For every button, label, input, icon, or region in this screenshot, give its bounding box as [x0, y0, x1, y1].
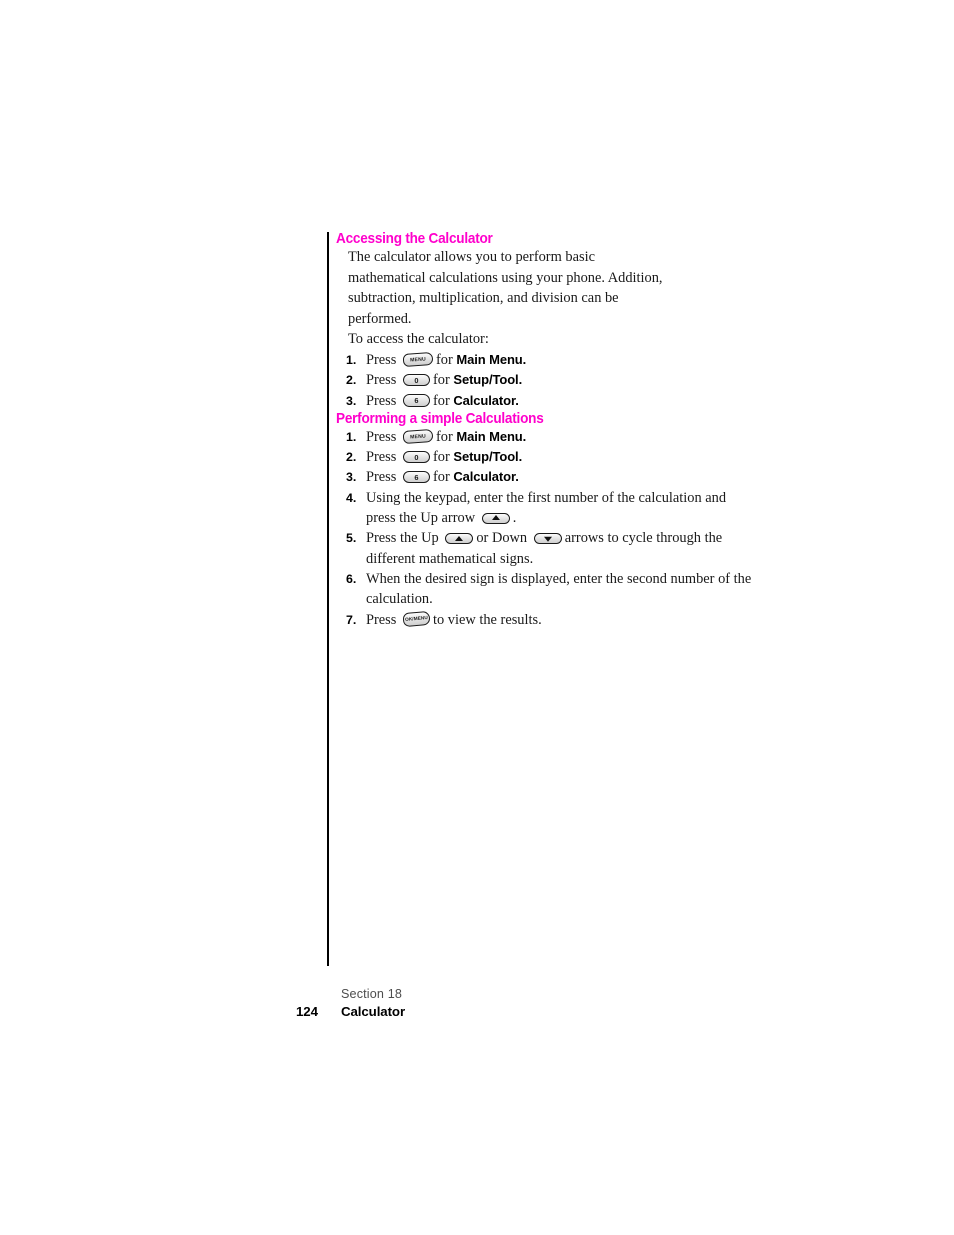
step-text: Press OK/MENU to view the results. [366, 610, 756, 630]
step-mid-text: to view the results. [432, 611, 542, 628]
steps-accessing-the-calculator: 1. Press MENU for Main Menu. 2. Press 0 fo… [336, 350, 756, 411]
step-text: Press 6 for Calculator. [366, 467, 756, 487]
step-mid-text: or Down [476, 530, 531, 547]
step-pre-text: Press [366, 611, 400, 628]
step-pre-text: Press [366, 372, 400, 389]
up-arrow-key-icon[interactable] [445, 532, 474, 545]
number-key-label: 6 [414, 396, 419, 406]
list-item: 7. Press OK/MENU to view the results. [336, 610, 756, 630]
step-number: 1. [346, 429, 357, 444]
step-text: Press the Up or Down arrows to cycle thr… [366, 528, 756, 569]
step-target: Setup/Tool. [453, 449, 523, 465]
list-item: 6. When the desired sign is displayed, e… [336, 569, 756, 610]
step-mid-text: . [512, 510, 517, 527]
step-target: Main Menu. [456, 428, 527, 444]
step-target: Setup/Tool. [453, 372, 523, 388]
list-item: 1. Press MENU for Main Menu. [336, 350, 756, 370]
step-mid-text: for [432, 392, 450, 409]
step-pre-text: Press [366, 351, 400, 368]
step-number: 2. [346, 373, 357, 388]
paragraph-calculator-description: The calculator allows you to perform bas… [348, 249, 663, 327]
menu-key-icon[interactable]: MENU [402, 428, 434, 444]
footer-page-number: 124 [296, 1004, 318, 1019]
page-content: Accessing the Calculator The calculator … [336, 231, 756, 630]
step-number: 5. [346, 531, 357, 546]
list-item: 2. Press 0 for Setup/Tool. [336, 447, 756, 467]
paragraph-to-access: To access the calculator: [348, 331, 489, 348]
step-text: Press 0 for Setup/Tool. [366, 447, 756, 467]
step-mid-text: for [432, 469, 450, 486]
step-text: When the desired sign is displayed, ente… [366, 570, 752, 608]
steps-performing-a-simple-calculations: 1. Press MENU for Main Menu. 2. Press 0 fo… [336, 427, 756, 630]
step-text: Press MENU for Main Menu. [366, 350, 756, 370]
step-number: 3. [346, 470, 357, 485]
list-item: 4. Using the keypad, enter the first num… [336, 488, 756, 529]
list-item: 3. Press 6 for Calculator. [336, 391, 756, 411]
step-mid-text: for [435, 351, 453, 368]
step-text: Press 6 for Calculator. [366, 391, 756, 411]
section-vertical-rule [327, 232, 329, 966]
page-footer: Section 18 124 Calculator [296, 986, 616, 1020]
step-pre-text: Using the keypad, enter the first number… [366, 489, 727, 527]
number-key-0-icon[interactable]: 0 [402, 450, 430, 464]
step-number: 7. [346, 612, 357, 627]
step-pre-text: Press [366, 428, 400, 445]
list-item: 2. Press 0 for Setup/Tool. [336, 370, 756, 390]
list-item: 5. Press the Up or Down arrows to cycle … [336, 528, 756, 569]
number-key-0-icon[interactable]: 0 [402, 373, 430, 387]
document-page: Accessing the Calculator The calculator … [0, 0, 954, 1235]
footer-chapter-title: Calculator [341, 1004, 406, 1019]
step-mid-text: for [432, 372, 450, 389]
step-target: Calculator. [453, 392, 519, 408]
menu-key-label: MENU [409, 432, 427, 440]
step-pre-text: Press [366, 392, 400, 409]
list-item: 3. Press 6 for Calculator. [336, 467, 756, 487]
heading-accessing-the-calculator: Accessing the Calculator [336, 231, 493, 247]
step-number: 1. [346, 352, 357, 367]
footer-section-label: Section 18 [341, 987, 403, 1001]
menu-key-icon[interactable]: MENU [402, 351, 434, 367]
menu-key-label: MENU [409, 355, 427, 364]
down-arrow-key-icon[interactable] [533, 532, 562, 545]
step-number: 4. [346, 490, 357, 505]
step-text: Press MENU for Main Menu. [366, 427, 756, 447]
number-key-label: 6 [414, 473, 419, 483]
step-target: Calculator. [453, 469, 519, 485]
up-arrow-key-icon[interactable] [481, 512, 510, 525]
step-pre-text: Press the Up [366, 530, 443, 547]
number-key-6-icon[interactable]: 6 [402, 470, 430, 484]
number-key-label: 0 [414, 376, 419, 386]
step-number: 2. [346, 450, 357, 465]
heading-performing-a-simple-calculations: Performing a simple Calculations [336, 410, 544, 427]
footer-page-row: 124 Calculator [296, 1003, 616, 1020]
step-target: Main Menu. [456, 351, 527, 367]
step-pre-text: Press [366, 469, 400, 486]
list-item: 1. Press MENU for Main Menu. [336, 427, 756, 447]
number-key-6-icon[interactable]: 6 [402, 394, 430, 407]
step-mid-text: for [435, 428, 453, 445]
step-mid-text: for [432, 449, 450, 466]
number-key-label: 0 [414, 452, 419, 462]
step-text: Using the keypad, enter the first number… [366, 488, 756, 529]
step-number: 3. [346, 393, 357, 408]
step-number: 6. [346, 571, 357, 586]
ok-menu-key-label: OK/MENU [404, 615, 429, 623]
ok-menu-key-icon[interactable]: OK/MENU [402, 610, 431, 627]
step-pre-text: Press [366, 449, 400, 466]
step-text: Press 0 for Setup/Tool. [366, 370, 756, 390]
